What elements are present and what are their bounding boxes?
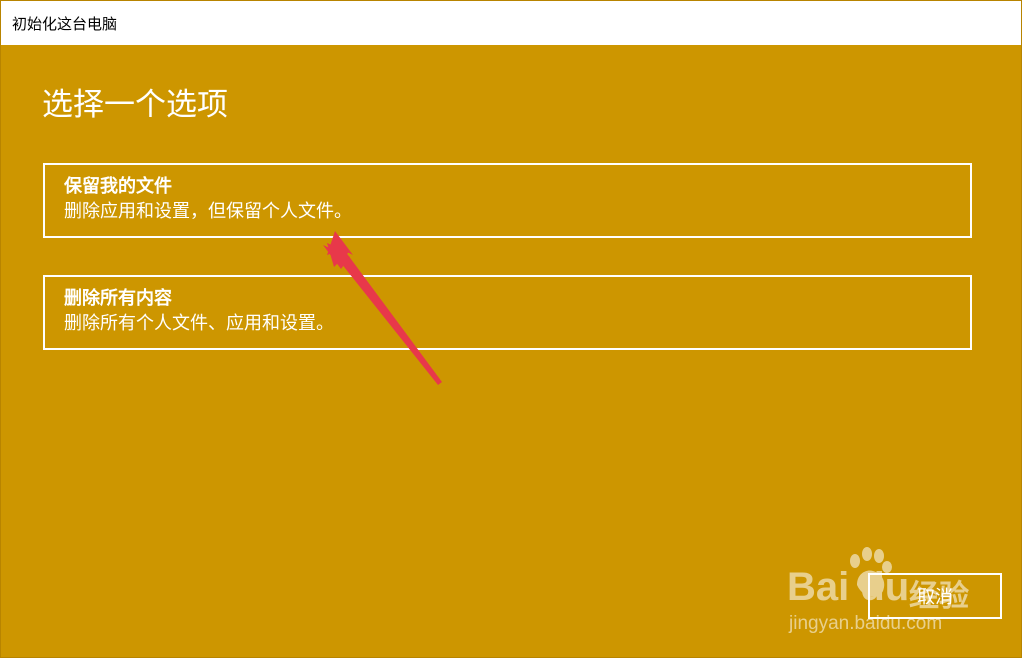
option-description: 删除所有个人文件、应用和设置。 xyxy=(64,313,334,334)
cancel-button[interactable]: 取消 xyxy=(868,573,1002,619)
reset-pc-window: 初始化这台电脑 选择一个选项 保留我的文件 删除应用和设置，但保留个人文件。 删… xyxy=(0,0,1022,658)
title-bar: 初始化这台电脑 xyxy=(1,1,1021,45)
annotation-arrow-icon xyxy=(323,231,442,385)
page-title: 选择一个选项 xyxy=(42,87,228,123)
remove-everything-option[interactable]: 删除所有内容 删除所有个人文件、应用和设置。 xyxy=(43,275,972,350)
option-title: 保留我的文件 xyxy=(64,176,172,197)
window-title: 初始化这台电脑 xyxy=(12,14,118,33)
option-description: 删除应用和设置，但保留个人文件。 xyxy=(64,201,352,222)
dialog-content: 选择一个选项 保留我的文件 删除应用和设置，但保留个人文件。 删除所有内容 删除… xyxy=(1,45,1021,657)
option-title: 删除所有内容 xyxy=(64,288,172,309)
keep-my-files-option[interactable]: 保留我的文件 删除应用和设置，但保留个人文件。 xyxy=(43,163,972,238)
